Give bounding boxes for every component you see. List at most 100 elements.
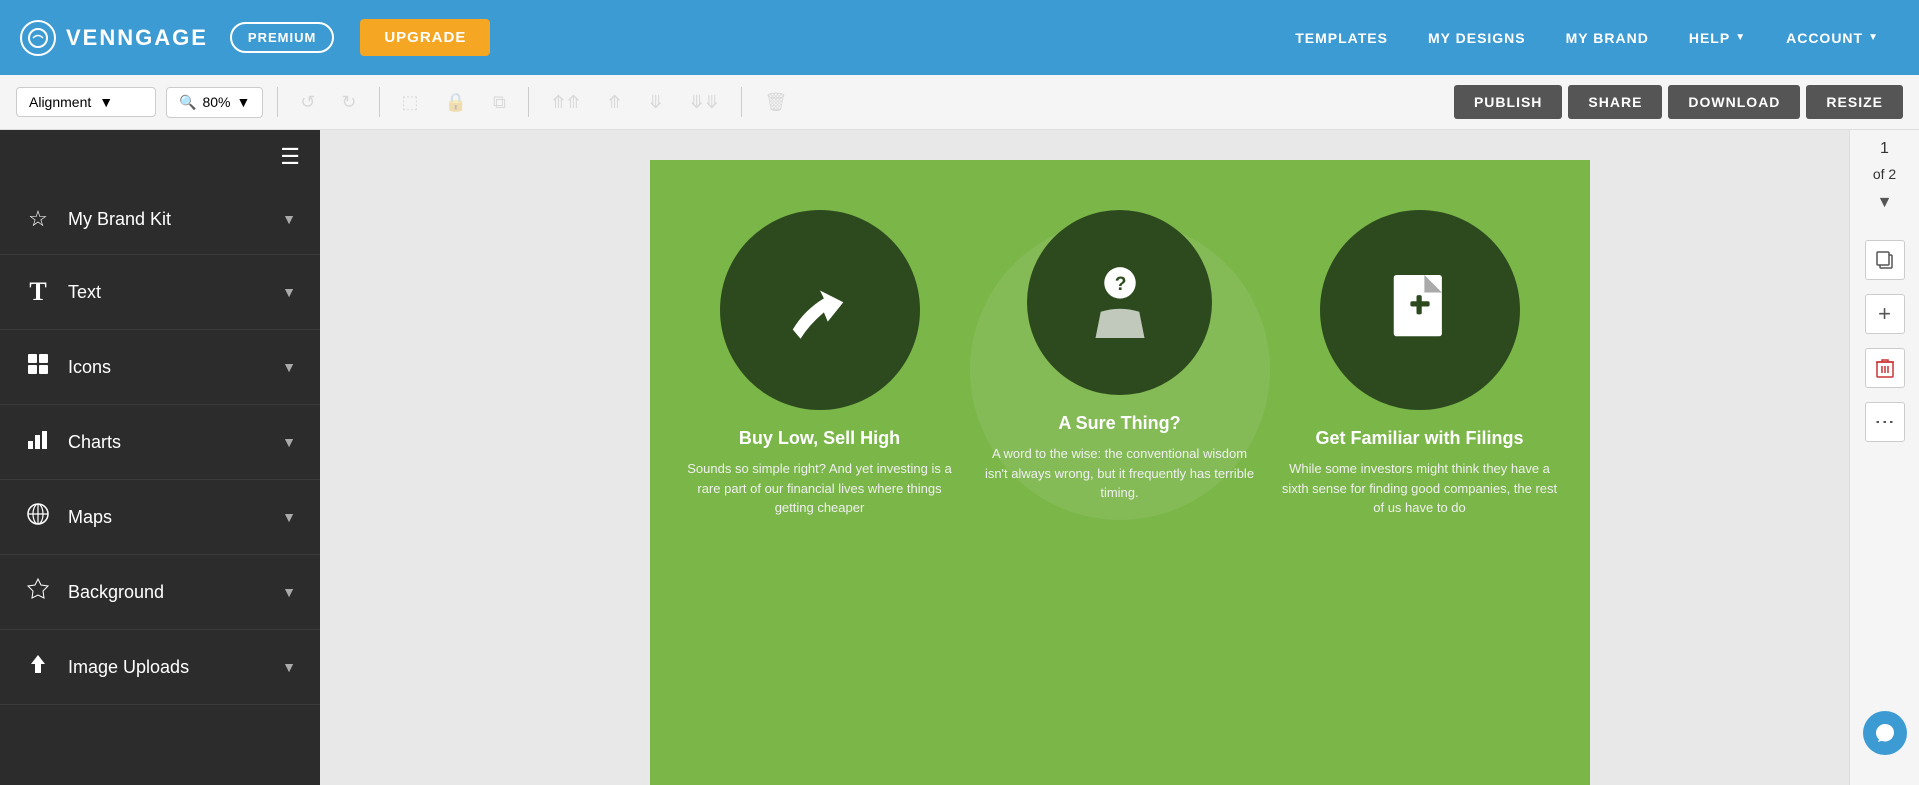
image-uploads-arrow: ▼: [282, 659, 296, 675]
sidebar: ☰ ☆ My Brand Kit ▼ T Text ▼ Icons ▼: [0, 130, 320, 785]
sidebar-label-icons: Icons: [68, 357, 266, 378]
zoom-select[interactable]: 🔍 80% ▼: [166, 87, 263, 118]
upgrade-button[interactable]: UPGRADE: [360, 19, 490, 56]
copy-button[interactable]: ⧉: [485, 88, 514, 117]
toolbar: Alignment ▼ 🔍 80% ▼ ↺ ↻ ⬚ 🔒 ⧉ ⤊⤊ ⤊ ⤋ ⤋⤋ …: [0, 75, 1919, 130]
sidebar-label-my-brand-kit: My Brand Kit: [68, 209, 266, 230]
sure-thing-title: A Sure Thing?: [1058, 413, 1180, 434]
hamburger-menu[interactable]: ☰: [280, 144, 300, 170]
alignment-label: Alignment: [29, 94, 91, 110]
page-indicator: 1 of 2 ▼ +: [1849, 130, 1919, 785]
circle-item-filings: Get Familiar with Filings While some inv…: [1280, 210, 1560, 518]
sidebar-label-image-uploads: Image Uploads: [68, 657, 266, 678]
divider-4: [741, 87, 742, 117]
image-button[interactable]: ⬚: [394, 88, 427, 117]
ellipsis-icon: ⋮: [1873, 412, 1897, 433]
page-down-button[interactable]: ▼: [1873, 190, 1897, 216]
zoom-dropdown-icon: ▼: [236, 94, 250, 110]
icons-icon: [24, 352, 52, 382]
share-button[interactable]: SHARE: [1568, 85, 1662, 119]
redo-button[interactable]: ↻: [333, 88, 364, 117]
nav-help[interactable]: HELP ▼: [1669, 30, 1766, 46]
sidebar-menu: ☰: [0, 130, 320, 184]
maps-arrow: ▼: [282, 509, 296, 525]
top-nav: VENNGAGE PREMIUM UPGRADE TEMPLATES MY DE…: [0, 0, 1919, 75]
nav-account[interactable]: ACCOUNT ▼: [1766, 30, 1899, 46]
copy-icon: [1875, 250, 1895, 270]
divider-2: [379, 87, 380, 117]
chat-icon: [1874, 722, 1896, 744]
star-icon: ☆: [24, 206, 52, 232]
bring-front-button[interactable]: ⤊⤊: [543, 88, 589, 117]
sidebar-item-icons[interactable]: Icons ▼: [0, 330, 320, 405]
send-backward-button[interactable]: ⤋: [640, 88, 671, 117]
premium-badge[interactable]: PREMIUM: [230, 22, 334, 53]
logo-text: VENNGAGE: [66, 25, 208, 51]
circle-buy-low: [720, 210, 920, 410]
more-options-button[interactable]: ⋮: [1865, 402, 1905, 442]
toolbar-actions: PUBLISH SHARE DOWNLOAD RESIZE: [1454, 85, 1903, 119]
help-dropdown-arrow: ▼: [1735, 32, 1746, 43]
upload-icon: [24, 652, 52, 682]
publish-button[interactable]: PUBLISH: [1454, 85, 1562, 119]
sidebar-label-charts: Charts: [68, 432, 266, 453]
zoom-search-icon: 🔍: [179, 94, 196, 111]
page-of-label: of 2: [1873, 166, 1896, 182]
circle-sure-thing: ?: [1027, 210, 1212, 395]
alignment-dropdown-icon: ▼: [99, 94, 113, 110]
sidebar-label-background: Background: [68, 582, 266, 603]
copy-page-button[interactable]: [1865, 240, 1905, 280]
text-arrow: ▼: [282, 284, 296, 300]
circle-item-sure-thing: ? A Sure Thing? A word to the wise: the …: [980, 210, 1260, 503]
nav-links: TEMPLATES MY DESIGNS MY BRAND HELP ▼ ACC…: [526, 30, 1899, 46]
download-button[interactable]: DOWNLOAD: [1668, 85, 1800, 119]
add-icon: +: [1878, 301, 1891, 327]
sidebar-item-text[interactable]: T Text ▼: [0, 255, 320, 330]
maps-icon: [24, 502, 52, 532]
delete-button[interactable]: 🗑: [756, 88, 795, 117]
my-brand-kit-arrow: ▼: [282, 211, 296, 227]
background-icon: [24, 577, 52, 607]
add-page-button[interactable]: +: [1865, 294, 1905, 334]
question-person-icon: ?: [1085, 263, 1155, 343]
resize-button[interactable]: RESIZE: [1806, 85, 1903, 119]
circle-item-buy-low: Buy Low, Sell High Sounds so simple righ…: [680, 210, 960, 518]
lock-button[interactable]: 🔒: [437, 88, 475, 117]
buy-low-desc: Sounds so simple right? And yet investin…: [680, 459, 960, 518]
undo-button[interactable]: ↺: [292, 88, 323, 117]
account-dropdown-arrow: ▼: [1868, 32, 1879, 43]
sidebar-item-background[interactable]: Background ▼: [0, 555, 320, 630]
filings-title: Get Familiar with Filings: [1315, 428, 1523, 449]
buy-low-title: Buy Low, Sell High: [739, 428, 900, 449]
sidebar-item-my-brand-kit[interactable]: ☆ My Brand Kit ▼: [0, 184, 320, 255]
zoom-label: 80%: [202, 94, 230, 110]
arrow-icon: [780, 275, 860, 345]
background-arrow: ▼: [282, 584, 296, 600]
chat-button[interactable]: [1863, 711, 1907, 755]
infographic-content: Buy Low, Sell High Sounds so simple righ…: [650, 160, 1590, 785]
trash-icon: [1876, 358, 1894, 378]
page-current: 1: [1880, 140, 1889, 158]
nav-my-brand[interactable]: MY BRAND: [1546, 30, 1669, 46]
delete-page-button[interactable]: [1865, 348, 1905, 388]
send-back-button[interactable]: ⤋⤋: [681, 88, 727, 117]
sidebar-label-text: Text: [68, 282, 266, 303]
alignment-select[interactable]: Alignment ▼: [16, 87, 156, 117]
sidebar-item-maps[interactable]: Maps ▼: [0, 480, 320, 555]
svg-text:?: ?: [1114, 273, 1126, 294]
bring-forward-button[interactable]: ⤊: [599, 88, 630, 117]
nav-templates[interactable]: TEMPLATES: [1275, 30, 1408, 46]
sidebar-label-maps: Maps: [68, 507, 266, 528]
sidebar-item-image-uploads[interactable]: Image Uploads ▼: [0, 630, 320, 705]
circle-filings: [1320, 210, 1520, 410]
logo-icon: [20, 20, 56, 56]
main-layout: ☰ ☆ My Brand Kit ▼ T Text ▼ Icons ▼: [0, 130, 1919, 785]
divider-1: [277, 87, 278, 117]
sidebar-item-charts[interactable]: Charts ▼: [0, 405, 320, 480]
document-icon: [1385, 270, 1455, 350]
sure-thing-desc: A word to the wise: the conventional wis…: [980, 444, 1260, 503]
nav-my-designs[interactable]: MY DESIGNS: [1408, 30, 1546, 46]
divider-3: [528, 87, 529, 117]
canvas-document[interactable]: Buy Low, Sell High Sounds so simple righ…: [650, 160, 1590, 785]
logo[interactable]: VENNGAGE: [20, 20, 208, 56]
